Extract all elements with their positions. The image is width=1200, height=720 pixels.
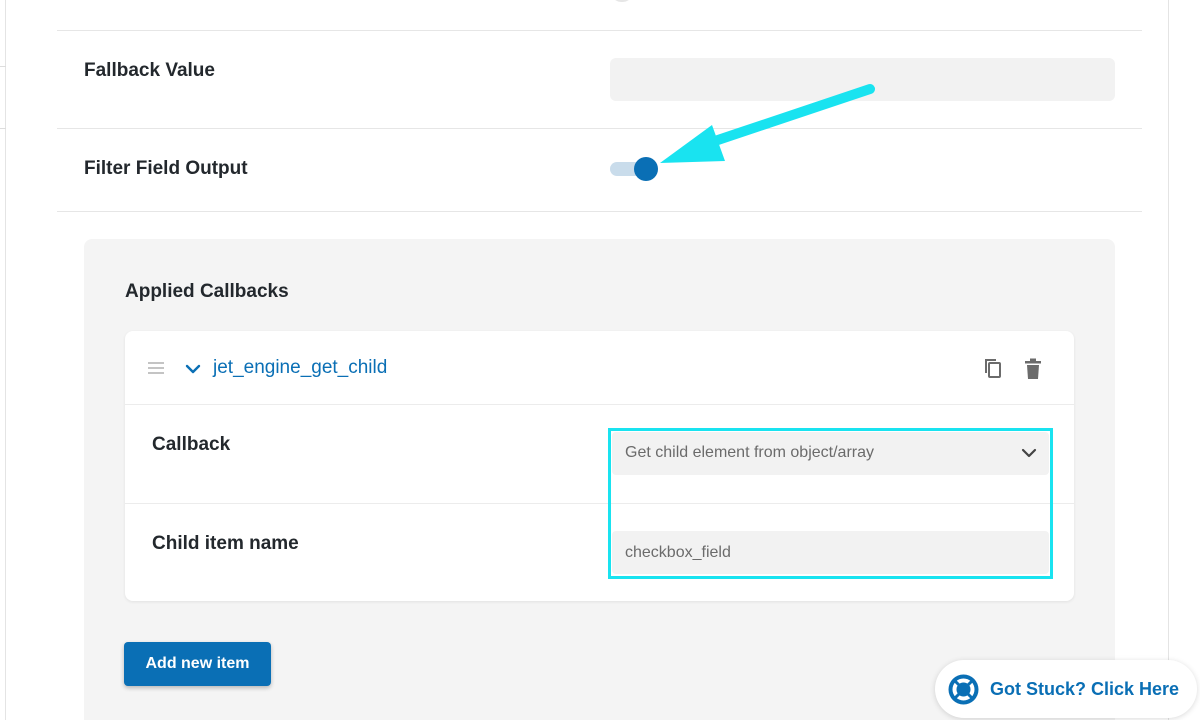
callback-select-value: Get child element from object/array [625, 444, 874, 461]
child-item-name-label: Child item name [152, 533, 299, 554]
callback-select[interactable]: Get child element from object/array [612, 432, 1049, 475]
card-row-divider [125, 503, 1074, 504]
chevron-down-icon[interactable] [184, 362, 202, 376]
cropped-control-above [613, 0, 631, 2]
fallback-value-input[interactable] [610, 58, 1115, 101]
trash-icon[interactable] [1022, 357, 1044, 381]
drag-handle-icon[interactable] [148, 362, 166, 375]
got-stuck-help-button[interactable]: Got Stuck? Click Here [935, 660, 1197, 718]
row-divider [57, 128, 1142, 129]
card-header-divider [125, 404, 1074, 405]
fallback-value-label: Fallback Value [84, 60, 215, 81]
left-frame-edge [0, 0, 6, 720]
filter-field-output-label: Filter Field Output [84, 158, 248, 179]
add-new-item-button[interactable]: Add new item [124, 642, 271, 686]
right-frame-edge [1168, 0, 1200, 720]
row-divider [57, 30, 1142, 31]
copy-icon[interactable] [982, 357, 1004, 381]
callback-item-title[interactable]: jet_engine_get_child [213, 357, 387, 379]
chevron-down-icon [1021, 448, 1037, 458]
applied-callbacks-title: Applied Callbacks [125, 281, 289, 302]
left-frame-divider [0, 66, 6, 67]
callback-label: Callback [152, 434, 231, 455]
toggle-knob [634, 157, 658, 181]
child-item-name-input[interactable] [612, 531, 1049, 574]
left-frame-divider [0, 128, 6, 129]
help-label: Got Stuck? Click Here [990, 679, 1180, 699]
filter-field-output-toggle[interactable] [610, 157, 660, 181]
row-divider [57, 211, 1142, 212]
lifebuoy-icon [948, 674, 979, 705]
